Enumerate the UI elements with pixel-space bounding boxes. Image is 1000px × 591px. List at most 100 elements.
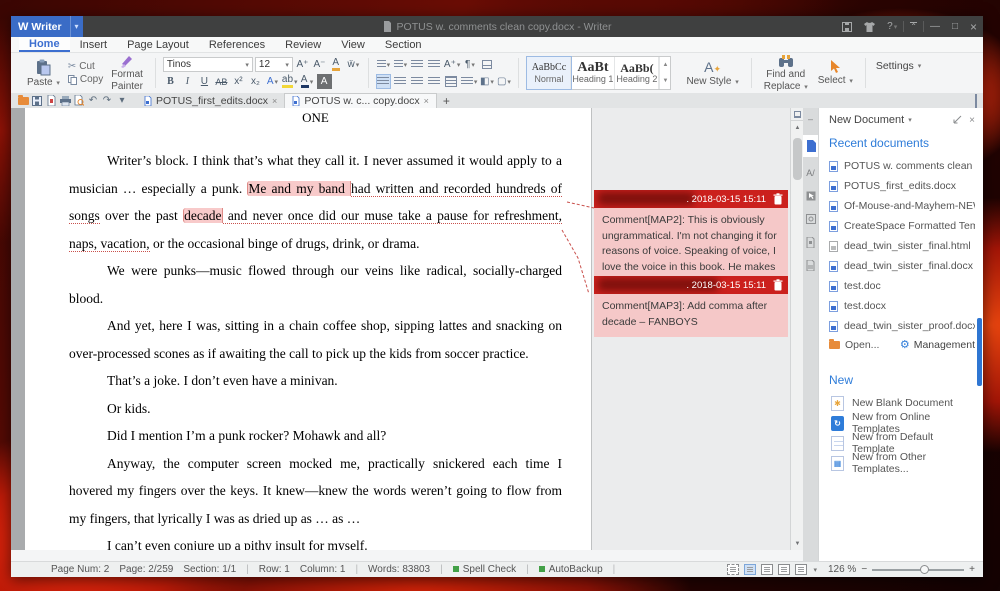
align-right-button[interactable] [410,74,425,89]
selection-pane-icon[interactable] [804,189,817,203]
select-button[interactable]: Select ▾ [813,60,858,86]
comment-map3[interactable]: . 2018-03-15 15:11 Comment[MAP3]: Add co… [594,276,788,337]
bullets-dropdown-icon[interactable]: ▾ [387,61,391,69]
delete-comment-icon[interactable] [773,193,783,205]
recent-item[interactable]: dead_twin_sister_proof.docx [829,316,975,336]
paragraph-dropdown-icon[interactable]: ▾ [471,61,475,69]
recent-item[interactable]: CreateSpace Formatted Template - 5... [829,216,975,236]
management-button[interactable]: ⚙Management [900,338,975,351]
font-color-dropdown-icon[interactable]: ▾ [310,78,314,86]
text-effects-button[interactable]: A▾ [265,74,280,89]
tab-references[interactable]: References [199,37,275,52]
recent-item[interactable]: dead_twin_sister_final.html [829,236,975,256]
new-blank-document[interactable]: ✱New Blank Document [831,393,975,413]
collapse-panel-icon[interactable]: – [804,112,817,126]
web-layout-view-icon[interactable] [761,564,773,575]
zoom-level[interactable]: 126 % [828,564,856,575]
commented-text-highlight[interactable]: decade [183,208,222,223]
distribute-button[interactable] [444,74,459,89]
tab-page-layout[interactable]: Page Layout [117,37,199,52]
borders-dropdown-icon[interactable]: ▾ [507,78,511,86]
font-name-dropdown-icon[interactable]: ▾ [245,61,249,69]
font-size-dropdown-icon[interactable]: ▾ [285,61,289,69]
bullets-button[interactable]: ▾ [376,57,391,72]
superscript-button[interactable]: x² [231,74,246,89]
cut-button[interactable]: ✂Cut [65,61,106,72]
styles-scroll-up[interactable]: ▲ [659,57,670,73]
new-tab-button[interactable]: + [437,94,456,108]
subscript-button[interactable]: x₂ [248,74,263,89]
decrease-font-button[interactable]: A⁻ [312,57,327,72]
zoom-in-button[interactable]: + [969,564,975,575]
print-layout-view-icon[interactable] [744,564,756,575]
new-from-default-template[interactable]: New from Default Template [831,433,975,453]
char-shading-button[interactable]: A [317,74,332,89]
skin-theme-icon[interactable] [858,16,881,37]
doc-tab-close-icon[interactable]: × [424,96,429,106]
status-page[interactable]: Page: 2/259 [119,564,173,575]
bold-button[interactable]: B [163,74,178,89]
zoom-slider[interactable] [872,569,964,571]
recent-item[interactable]: test.docx [829,296,975,316]
undo-icon[interactable]: ↶ [86,94,100,107]
outline-view-icon[interactable] [778,564,790,575]
text-effects-dropdown-icon[interactable]: ▾ [275,78,279,86]
shading-button[interactable]: ◧▾ [479,74,494,89]
justify-button[interactable] [427,74,442,89]
zoom-out-button[interactable]: − [861,564,867,575]
highlight-dropdown-icon[interactable]: ▾ [294,78,298,86]
close-button[interactable]: × [964,16,983,37]
highlight-color-button[interactable]: ab▾ [282,74,298,89]
vertical-scrollbar[interactable]: ▲ ▼ [790,108,803,550]
insert-table-button[interactable] [479,57,494,72]
select-dropdown-icon[interactable]: ▾ [849,78,853,85]
undock-panel-icon[interactable] [953,115,962,124]
status-words[interactable]: Words: 83803 [368,564,430,575]
copy-button[interactable]: Copy [65,74,106,85]
redo-icon[interactable]: ↷ [100,94,114,107]
proofing-panel-icon[interactable]: A/ [804,166,817,180]
settings-dropdown-icon[interactable]: ▾ [918,62,922,70]
paste-dropdown-icon[interactable]: ▾ [56,80,60,87]
open-file-button[interactable]: Open... [829,339,879,351]
align-center-button[interactable] [393,74,408,89]
collapse-ribbon-button[interactable]: ⌃ [904,16,923,37]
panel-title-dropdown-icon[interactable]: ▾ [908,116,912,124]
find-replace-button[interactable]: Find and Replace ▾ [759,55,813,92]
app-menu-button[interactable]: W Writer ▾ [11,16,83,37]
recent-item[interactable]: POTUS_first_edits.docx [829,176,975,196]
recent-item[interactable]: dead_twin_sister_final.docx [829,256,975,276]
new-from-online-templates[interactable]: ↻New from Online Templates [831,413,975,433]
paste-button[interactable]: Paste ▾ [22,59,65,88]
borders-button[interactable]: ▢▾ [496,74,511,89]
doc-tab-potus-first-edits[interactable]: POTUS_first_edits.docx × [137,93,284,108]
text-direction-button[interactable]: A⁺▾ [444,57,460,72]
find-replace-dropdown-icon[interactable]: ▾ [804,84,808,91]
doc-tab-close-icon[interactable]: × [272,96,277,106]
status-spell-check[interactable]: Spell Check [453,564,516,575]
font-size-combo[interactable]: 12 ▾ [255,57,293,72]
numbering-dropdown-icon[interactable]: ▾ [404,61,408,69]
underline-button[interactable]: U [197,74,212,89]
text-direction-dropdown-icon[interactable]: ▾ [457,61,461,69]
save-icon[interactable] [30,94,44,107]
backup-panel-icon[interactable] [804,258,817,272]
line-spacing-dropdown-icon[interactable]: ▾ [474,78,478,86]
font-name-combo[interactable]: Tinos ▾ [163,57,253,72]
style-normal[interactable]: AaBbCc Normal [527,57,571,89]
strikethrough-button[interactable]: AB [214,74,229,89]
char-scaling-dropdown-icon[interactable]: ▾ [356,61,360,69]
research-panel-icon[interactable] [804,212,817,226]
style-heading-2[interactable]: AaBb( Heading 2 [615,57,659,89]
fit-page-view-icon[interactable] [727,564,739,575]
line-spacing-button[interactable]: ▾ [461,74,478,89]
tab-insert[interactable]: Insert [70,37,118,52]
decrease-indent-button[interactable] [410,57,425,72]
maximize-button[interactable]: □ [946,16,964,37]
close-panel-icon[interactable]: × [969,115,975,126]
format-painter-button[interactable]: Format Painter [106,54,148,92]
new-style-dropdown-icon[interactable]: ▾ [735,79,739,86]
tab-section[interactable]: Section [375,37,432,52]
increase-indent-button[interactable] [427,57,442,72]
phonetic-guide-button[interactable]: A [329,57,344,72]
